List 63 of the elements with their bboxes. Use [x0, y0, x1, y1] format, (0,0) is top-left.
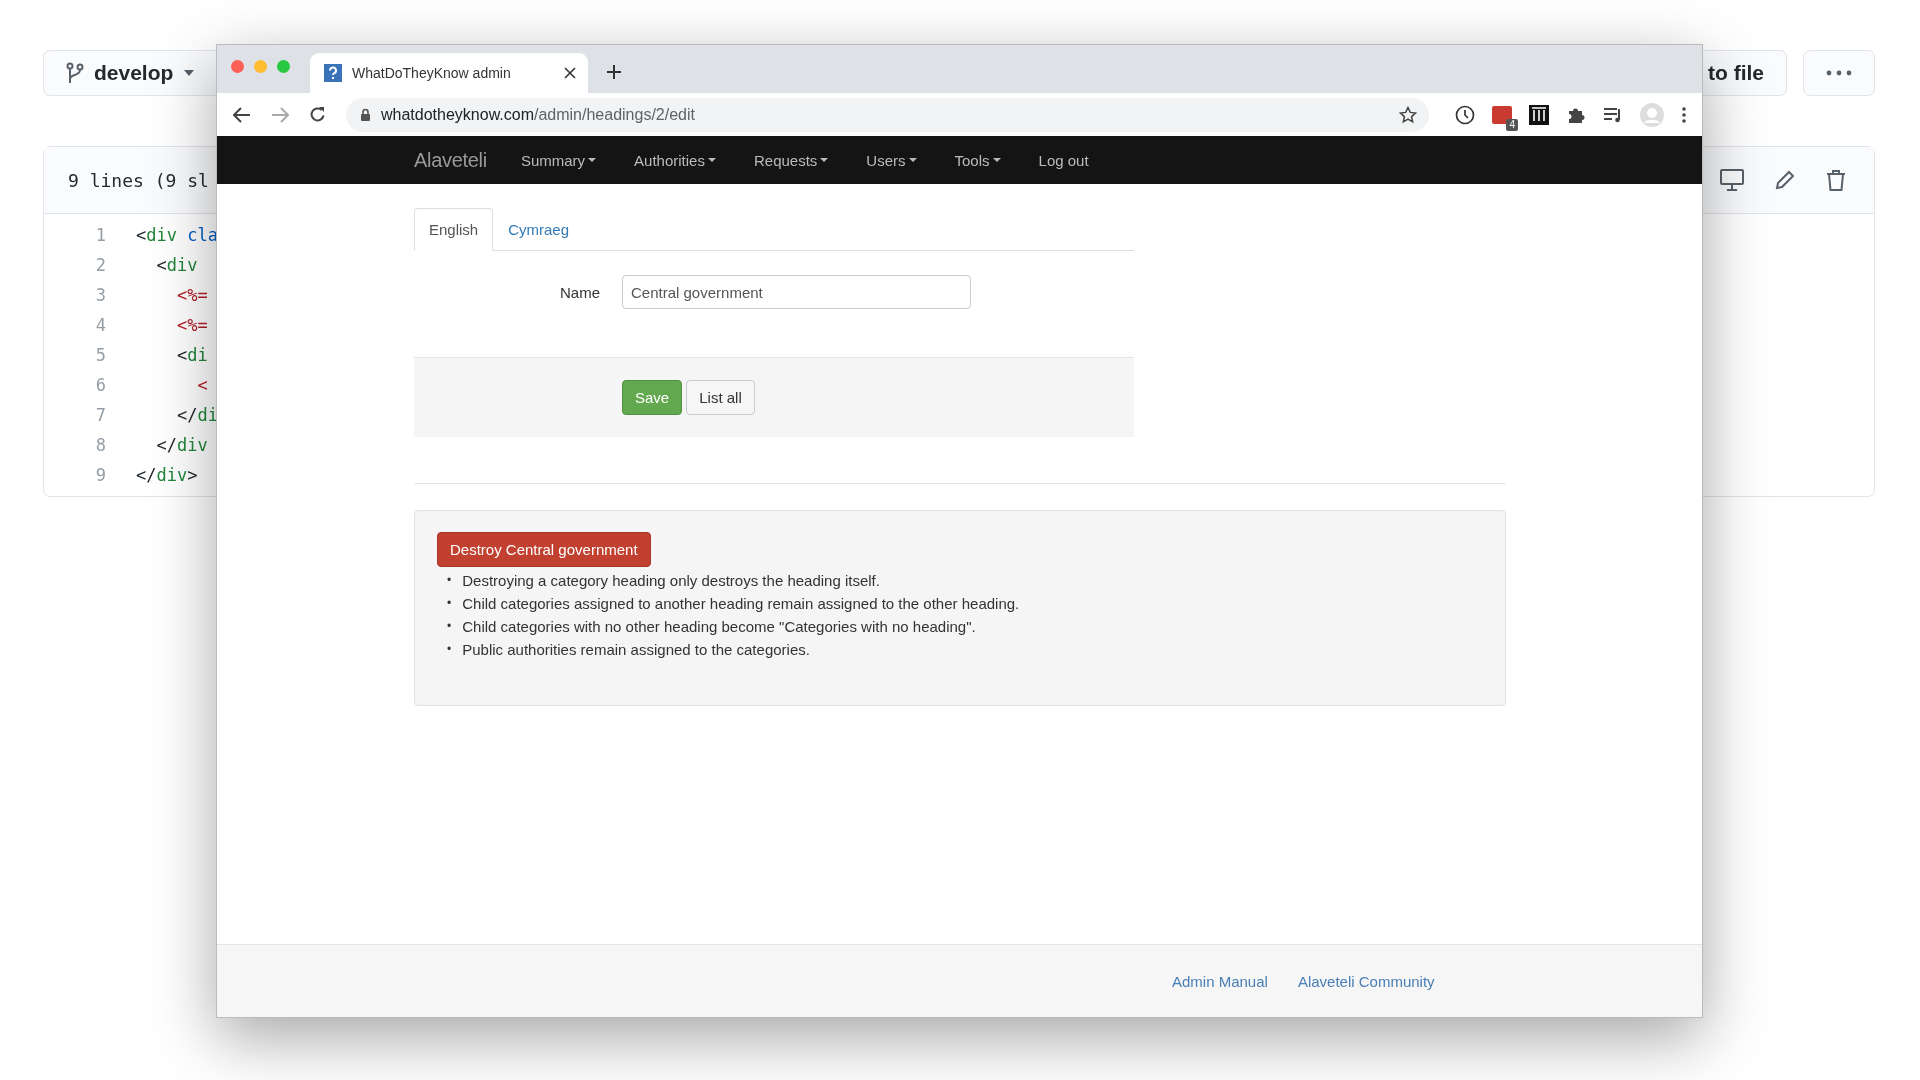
new-tab-icon[interactable] [606, 64, 622, 80]
code-line: <%= [175, 315, 208, 335]
bullet-mark: • [447, 618, 452, 635]
name-label: Name [559, 283, 601, 301]
branch-button[interactable]: develop [43, 50, 216, 96]
close-icon[interactable] [564, 67, 576, 79]
note-item: Child categories with no other heading become "Categories with no heading". [462, 617, 976, 637]
more-icon [1826, 70, 1852, 76]
line-number: 6 [94, 375, 106, 395]
branch-icon [66, 62, 84, 84]
line-number: 2 [94, 255, 106, 275]
code-line: <div [155, 255, 198, 275]
code-line: </div [155, 435, 208, 455]
reload-icon[interactable] [309, 106, 326, 123]
bullet-mark: • [447, 641, 452, 658]
line-number: 7 [94, 405, 106, 425]
question-favicon-icon [324, 64, 342, 82]
nav-link[interactable]: Tools [954, 151, 1001, 169]
star-icon[interactable] [1399, 105, 1417, 124]
code-line: <di [175, 345, 208, 365]
caret-icon [183, 69, 196, 77]
footer-link[interactable]: Admin Manual [1172, 972, 1268, 990]
line-number: 4 [94, 315, 106, 335]
line-number: 3 [94, 285, 106, 305]
bullet-mark: • [447, 572, 452, 589]
file-summary: 9 lines (9 sl [68, 169, 209, 191]
nav-link[interactable]: Requests [753, 151, 829, 169]
nav-link[interactable]: Authorities [634, 151, 716, 169]
note-item: Destroying a category heading only destroys the heading itself. [462, 571, 880, 591]
note-item: Public authorities remain assigned to the categories. [462, 640, 810, 660]
address-bar[interactable]: whatdotheyknow.com/admin/headings/2/edit [346, 97, 1429, 132]
browser-tab[interactable]: WhatDoTheyKnow admin [310, 53, 588, 93]
code-line: < [196, 375, 208, 395]
code-line: </di [175, 405, 218, 425]
destroy-button[interactable]: Destroy Central government [437, 532, 651, 567]
code-line: </div> [136, 465, 198, 485]
line-number: 9 [94, 465, 106, 485]
code-line: <%= [175, 285, 208, 305]
line-number: 8 [94, 435, 106, 455]
back-icon[interactable] [233, 106, 251, 123]
playlist-icon[interactable] [1603, 105, 1623, 124]
bullet-mark: • [447, 595, 452, 612]
list-all-button[interactable]: List all [686, 380, 755, 415]
menu-icon[interactable] [1681, 105, 1687, 124]
brand-link[interactable]: Alaveteli [414, 148, 487, 172]
columns-icon[interactable] [1529, 104, 1549, 125]
name-field[interactable]: Central government [622, 275, 971, 309]
lock-icon [360, 108, 371, 121]
note-item: Child categories assigned to another heading remain assigned to the other heading. [462, 594, 1020, 614]
line-number: 5 [94, 345, 106, 365]
trash-icon[interactable] [1826, 169, 1846, 191]
nav-link[interactable]: Summary [520, 151, 597, 169]
pencil-icon[interactable] [1774, 169, 1796, 191]
line-number: 1 [94, 225, 106, 245]
nav-link[interactable]: Log out [1038, 151, 1089, 169]
monitor-icon[interactable] [1720, 169, 1744, 191]
language-tab[interactable]: Cymraeg [493, 208, 585, 250]
language-tab[interactable]: English [414, 208, 494, 251]
go-to-file-button[interactable]: to file [1703, 50, 1787, 96]
footer-link[interactable]: Alaveteli Community [1297, 972, 1435, 990]
nav-link[interactable]: Users [866, 151, 917, 169]
clock-icon[interactable] [1455, 104, 1475, 125]
extension-badge: 4 [1506, 118, 1518, 131]
